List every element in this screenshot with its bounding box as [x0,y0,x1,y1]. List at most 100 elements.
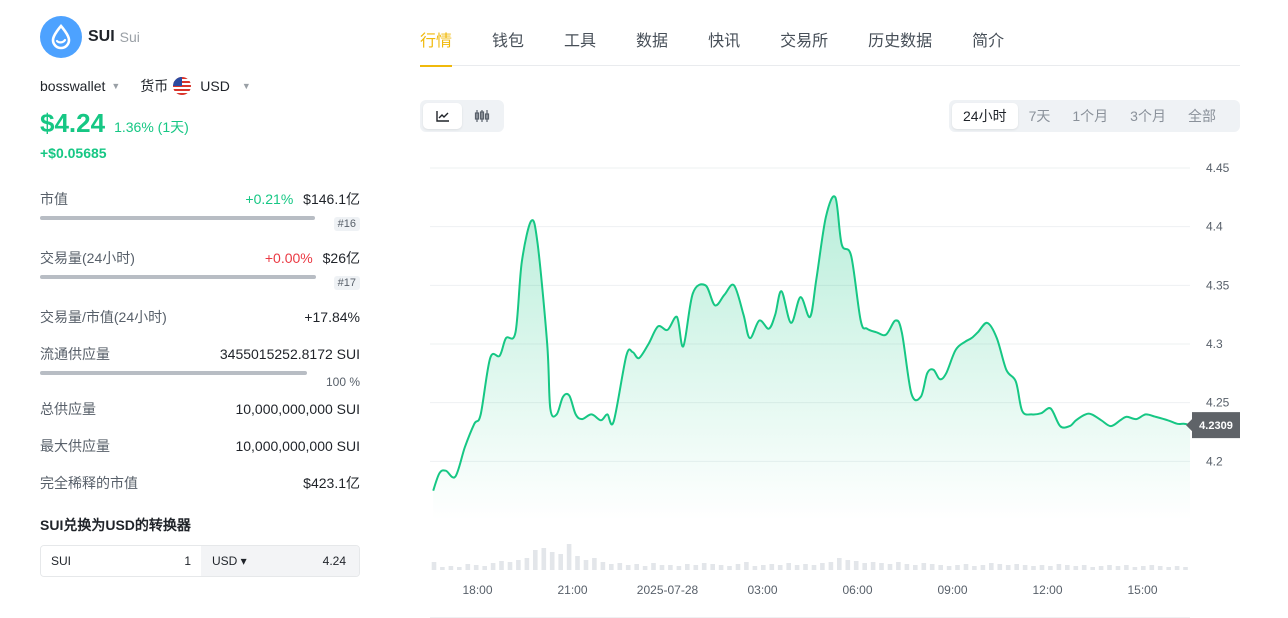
volume-bar [972,566,977,570]
x-tick-label: 18:00 [462,583,492,597]
stat-value: $26亿 [322,250,360,266]
y-tick-label: 4.2 [1206,454,1223,468]
range-7d[interactable]: 7天 [1018,103,1062,129]
volume-bar [845,560,851,570]
volume-bar [1090,567,1095,570]
volume-bar [1065,565,1070,570]
volume-bar [431,562,437,570]
market-cap-stat: 市值 +0.21% $146.1亿 #16 [40,189,360,248]
volume-bar [592,558,597,570]
x-tick-label: 21:00 [557,583,587,597]
circulating-percent: 100 % [325,375,360,389]
tab-data[interactable]: 数据 [636,28,668,66]
volume-bar [473,565,479,570]
currency-label: 货币 [140,78,169,94]
volume-bar [499,561,504,570]
tab-exchanges[interactable]: 交易所 [780,28,828,66]
line-chart-button[interactable] [423,103,462,129]
volume-bar [1073,566,1079,570]
volume-bar [980,565,986,570]
volume-bar [904,564,910,570]
converter-to-amount: 4.24 [322,554,346,568]
volume-bar [786,563,791,570]
volume-bar [541,548,547,570]
volume-bar [1132,567,1138,570]
volume-bar [870,562,876,570]
volume-bar [642,566,648,570]
volume-bar [735,564,741,570]
volume-bar [828,562,834,570]
caret-down-icon: ▼ [241,81,251,91]
volume-bar [938,565,943,570]
volume-bar [524,558,530,570]
volume-bar [1014,564,1019,570]
wallet-selector-label: bosswallet [40,78,106,94]
total-supply-stat: 总供应量 10,000,000,000 SUI [40,399,360,436]
tab-about[interactable]: 简介 [972,28,1004,66]
range-24h[interactable]: 24小时 [952,103,1018,129]
volume-bar [955,565,960,570]
stat-value: +17.84% [304,309,360,325]
volume-bar [507,562,513,570]
time-range-selector: 24小时 7天 1个月 3个月 全部 [949,100,1240,132]
range-1m[interactable]: 1个月 [1061,103,1119,129]
x-tick-label: 03:00 [747,583,777,597]
current-price-label: 4.2309 [1199,420,1233,432]
x-tick-label: 12:00 [1032,583,1062,597]
converter-to-currency-select[interactable]: USD ▾ [212,554,247,568]
range-all[interactable]: 全部 [1177,103,1227,129]
volume-bar [1149,565,1155,570]
volume-bar [1039,565,1045,570]
selector-row: bosswallet ▼ 货币 USD ▼ [40,76,360,96]
volume-bar [752,566,758,570]
volume-bar [1098,566,1104,570]
price-chart[interactable]: 4.2 4.25 4.3 4.35 4.4 4.45 18:00 21:00 2025-07-2… [420,160,1250,618]
candlestick-chart-button[interactable] [462,103,501,129]
tab-wallet[interactable]: 钱包 [492,28,524,66]
stat-label: 最大供应量 [40,438,110,454]
volume-bar [1107,565,1112,570]
volume-bar [1115,566,1121,570]
stat-label: 完全稀释的市值 [40,475,138,491]
wallet-selector[interactable]: bosswallet ▼ [40,78,120,94]
range-3m[interactable]: 3个月 [1119,103,1177,129]
converter-to-field[interactable]: USD ▾ 4.24 [201,546,359,576]
volume-bar [634,564,639,570]
volume-bar [685,564,690,570]
stat-value: $423.1亿 [303,475,360,491]
volume-bar [1183,567,1188,570]
volume-bar [1166,567,1171,570]
stat-label: 流通供应量 [40,346,110,362]
currency-selector[interactable]: 货币 USD ▼ [140,76,251,96]
tab-historical-data[interactable]: 历史数据 [868,28,932,66]
converter-from-field[interactable]: SUI 1 [41,546,201,576]
stat-delta: +0.00% [264,250,313,266]
chart-type-toggle [420,100,504,132]
volume-bar [1056,564,1062,570]
volume-bar [761,565,766,570]
tab-news[interactable]: 快讯 [708,28,740,66]
line-chart-icon [435,111,449,122]
converter-title: SUI兑换为USD的转换器 [40,517,191,533]
us-flag-icon [173,77,192,95]
volume-bar [693,565,699,570]
volume-bar [794,565,800,570]
tab-market[interactable]: 行情 [420,28,453,67]
stat-label: 交易量/市值(24小时) [40,309,167,325]
stat-label: 交易量(24小时) [40,250,135,266]
current-price: $4.24 [40,108,106,138]
x-tick-label: 15:00 [1127,583,1157,597]
volume-bar [777,565,783,570]
volume-bar [617,563,623,570]
volume-bar [701,563,707,570]
volume-bar [896,562,901,570]
main-tabs: 行情 钱包 工具 数据 快讯 交易所 历史数据 简介 [420,28,1240,67]
volume-bar [837,558,842,570]
volume-bar [1124,565,1129,570]
y-tick-label: 4.4 [1206,220,1223,234]
volume-bar [583,560,589,570]
tab-tools[interactable]: 工具 [564,28,596,66]
volume-bar [516,560,521,570]
rank-badge: #17 [333,276,360,290]
converter-from-amount[interactable]: 1 [184,554,191,568]
